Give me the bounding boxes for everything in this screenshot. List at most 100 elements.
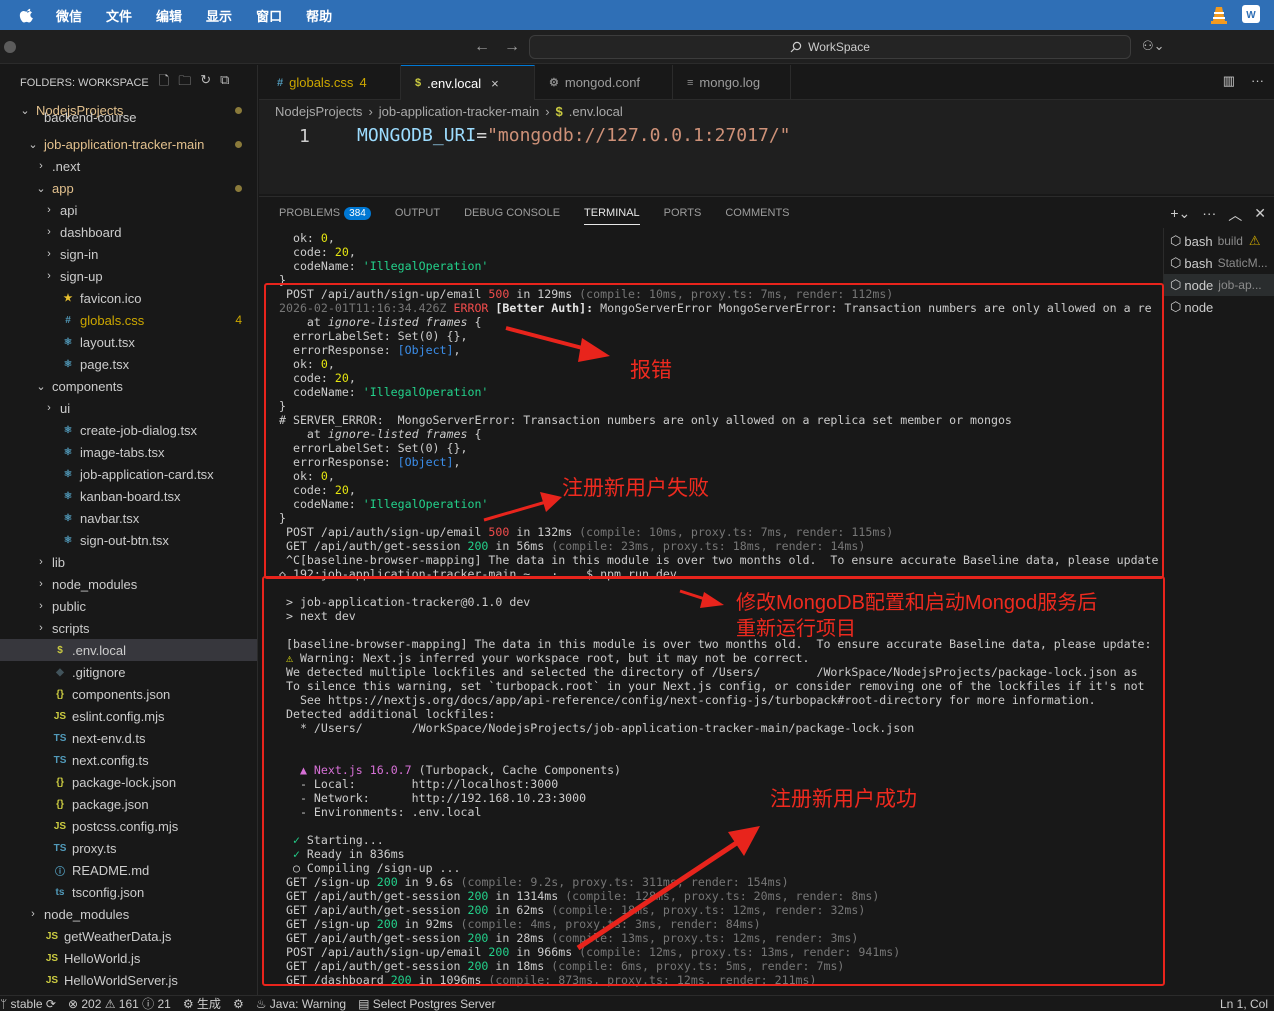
java-status[interactable]: ♨ Java: Warning [256, 997, 346, 1011]
tree-item[interactable]: JS getWeatherData.js [0, 925, 257, 947]
problems-counter[interactable]: ⊗ 202 ⚠ 161 ⓘ 21 [68, 995, 171, 1011]
new-terminal-icon[interactable]: +⌄ [1170, 205, 1190, 225]
code-line[interactable]: MONGODB_URI="mongodb://127.0.0.1:27017/" [357, 125, 791, 146]
breadcrumb-root[interactable]: NodejsProjects [275, 104, 362, 119]
tree-item[interactable]: › lib [0, 551, 257, 573]
tree-item[interactable]: ◆ .gitignore [0, 661, 257, 683]
tree-item[interactable]: JS HelloWorldServer.js [0, 969, 257, 991]
tree-item[interactable]: ⚛ page.tsx [0, 353, 257, 375]
tree-item[interactable]: ⌄ app [0, 177, 257, 199]
tree-item[interactable]: › dashboard [0, 221, 257, 243]
terminal-segment: 500 [488, 287, 510, 301]
tree-item[interactable]: ⚛ layout.tsx [0, 331, 257, 353]
terminal-line: ▲ Next.js 16.0.7 (Turbopack, Cache Compo… [279, 763, 621, 777]
panel-tabs: PROBLEMS 384 OUTPUT DEBUG CONSOLE TERMINAL PO… [279, 207, 790, 225]
wps-icon[interactable]: W [1242, 5, 1260, 23]
tree-item[interactable]: ⌄ components [0, 375, 257, 397]
terminal-instance[interactable]: ⬡ node [1170, 296, 1213, 318]
tree-item[interactable]: › node_modules [0, 903, 257, 925]
panel-tab-debug-console[interactable]: DEBUG CONSOLE [464, 207, 560, 225]
vlc-icon[interactable] [1210, 5, 1228, 25]
tree-item[interactable]: JS postcss.config.mjs [0, 815, 257, 837]
tree-item[interactable]: JS eslint.config.mjs [0, 705, 257, 727]
settings-icon[interactable]: ⚙ [233, 997, 244, 1011]
tree-item[interactable]: › node_modules [0, 573, 257, 595]
panel-tab-output[interactable]: OUTPUT [395, 207, 440, 225]
apple-icon[interactable] [18, 6, 36, 24]
tree-item[interactable]: ts tsconfig.json [0, 881, 257, 903]
close-icon[interactable]: × [491, 76, 499, 91]
menu-window[interactable]: 窗口 [256, 6, 282, 25]
tree-item[interactable]: › api [0, 199, 257, 221]
generate-status[interactable]: ⚙ 生成 [183, 995, 221, 1011]
menu-help[interactable]: 帮助 [306, 6, 332, 25]
panel-tab-terminal[interactable]: TERMINAL [584, 207, 640, 225]
new-folder-icon[interactable]: 🗀 [178, 72, 191, 94]
menu-edit[interactable]: 编辑 [156, 6, 182, 25]
tree-item[interactable]: ⚛ navbar.tsx [0, 507, 257, 529]
terminal-segment: in 1314ms [488, 889, 566, 903]
tree-item[interactable]: › ui [0, 397, 257, 419]
tree-item[interactable]: ⚛ kanban-board.tsx [0, 485, 257, 507]
tree-item[interactable]: › .next [0, 155, 257, 177]
panel-tab-comments[interactable]: COMMENTS [725, 207, 789, 225]
tree-item[interactable]: TS next-env.d.ts [0, 727, 257, 749]
editor-tab[interactable]: ⚙ mongod.conf [535, 65, 673, 100]
tree-item[interactable]: ⚛ job-application-card.tsx [0, 463, 257, 485]
close-panel-icon[interactable]: ✕ [1254, 205, 1266, 225]
editor-tabs: # globals.css 4 $ .env.local × ⚙ mongod.conf ≡ mo… [259, 65, 1274, 100]
tree-item[interactable]: $ .env.local [0, 639, 257, 661]
tree-item[interactable]: {} components.json [0, 683, 257, 705]
js-file-icon: JS [53, 710, 67, 722]
tree-item[interactable]: TS proxy.ts [0, 837, 257, 859]
tree-item[interactable]: TS next.config.ts [0, 749, 257, 771]
tree-item[interactable]: JS HelloWorld.js [0, 947, 257, 969]
breadcrumb-file[interactable]: .env.local [569, 104, 623, 119]
panel-tab-ports[interactable]: PORTS [664, 207, 702, 225]
more-actions-icon[interactable]: ··· [1251, 73, 1264, 89]
tree-item[interactable]: › public [0, 595, 257, 617]
split-editor-icon[interactable]: ▥ [1223, 73, 1235, 89]
tree-item[interactable]: ⚛ image-tabs.tsx [0, 441, 257, 463]
postgres-status[interactable]: ▤ Select Postgres Server [358, 997, 495, 1011]
menu-view[interactable]: 显示 [206, 6, 232, 25]
window-close-dot[interactable] [4, 41, 16, 53]
tree-item[interactable]: backend-course [0, 111, 257, 123]
tree-item[interactable]: ⚛ create-job-dialog.tsx [0, 419, 257, 441]
copilot-icon[interactable]: ⚇⌄ [1142, 38, 1165, 54]
tree-item[interactable]: {} package-lock.json [0, 771, 257, 793]
collapse-all-icon[interactable]: ⧉ [220, 72, 229, 94]
nav-forward-button[interactable]: → [504, 38, 520, 56]
code-editor[interactable]: 1 MONGODB_URI="mongodb://127.0.0.1:27017… [259, 122, 1274, 194]
menu-wechat[interactable]: 微信 [56, 6, 82, 25]
tree-item[interactable]: # globals.css 4 [0, 309, 257, 331]
editor-tab[interactable]: $ .env.local × [401, 65, 535, 100]
tree-item[interactable]: ★ favicon.ico [0, 287, 257, 309]
panel-tab-problems[interactable]: PROBLEMS 384 [279, 207, 371, 225]
tree-item[interactable]: ⓘ README.md [0, 859, 257, 881]
new-file-icon[interactable]: 🗋 [159, 72, 169, 94]
terminal-line: We detected multiple lockfiles and selec… [279, 665, 1138, 679]
tree-item[interactable]: › scripts [0, 617, 257, 639]
command-center-search[interactable]: WorkSpace [529, 35, 1131, 59]
react-file-icon: ⚛ [63, 468, 73, 480]
menu-file[interactable]: 文件 [106, 6, 132, 25]
git-branch[interactable]: ᛘ stable ⟳ [0, 997, 56, 1011]
nav-back-button[interactable]: ← [474, 38, 490, 56]
refresh-icon[interactable]: ↻ [200, 72, 211, 94]
editor-tab[interactable]: ≡ mongo.log [673, 65, 791, 100]
maximize-panel-icon[interactable]: ︿ [1228, 205, 1242, 225]
breadcrumb-folder[interactable]: job-application-tracker-main [379, 104, 539, 119]
tree-item[interactable]: › sign-in [0, 243, 257, 265]
cursor-position[interactable]: Ln 1, Col [1220, 997, 1268, 1011]
terminal-instance[interactable]: ⬡ bash build ⚠ [1170, 230, 1261, 252]
tree-item[interactable]: ⚛ sign-out-btn.tsx [0, 529, 257, 551]
terminal-instance[interactable]: ⬡ node job-ap... [1164, 274, 1274, 296]
tree-item[interactable]: › sign-up [0, 265, 257, 287]
terminal-segment: ignore-listed frames [327, 315, 468, 329]
editor-tab[interactable]: # globals.css 4 [259, 65, 401, 100]
panel-more-icon[interactable]: ··· [1202, 205, 1216, 225]
tree-item[interactable]: {} package.json [0, 793, 257, 815]
terminal-instance[interactable]: ⬡ bash StaticM... [1170, 252, 1268, 274]
tree-item[interactable]: ⌄ job-application-tracker-main [0, 133, 257, 155]
